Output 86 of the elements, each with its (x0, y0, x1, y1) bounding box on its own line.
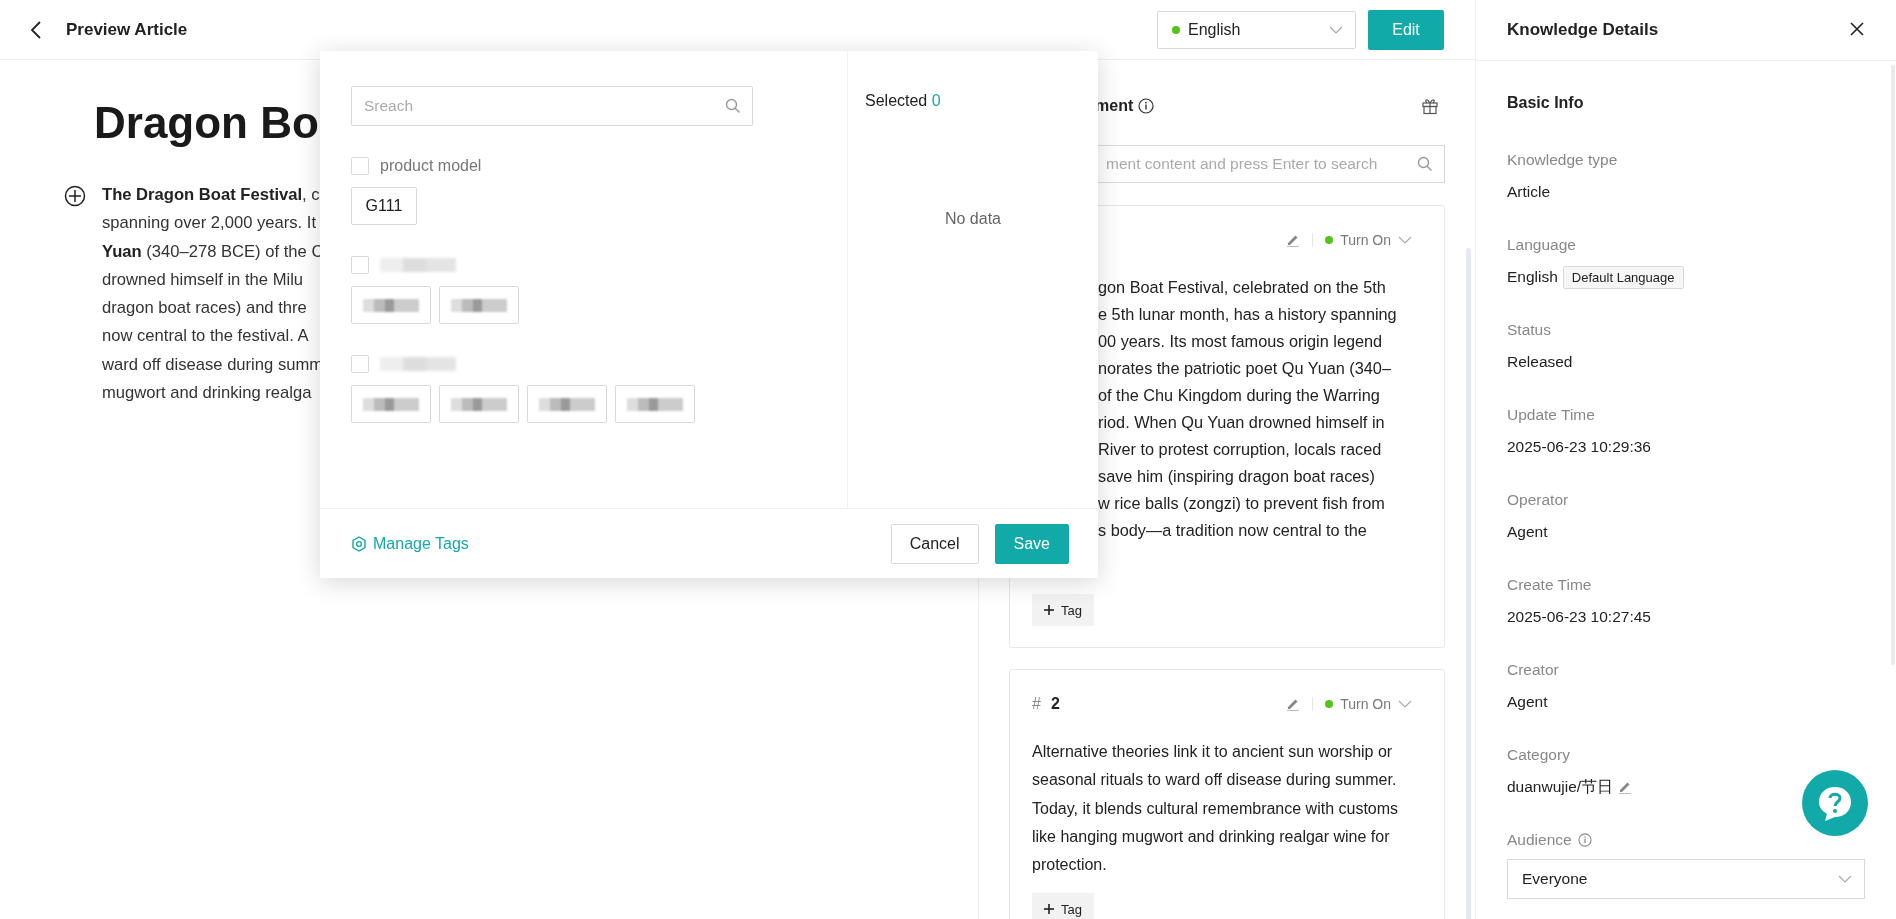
blurred-text (451, 397, 507, 411)
language-select[interactable]: English (1157, 10, 1356, 49)
tag-chip[interactable] (615, 385, 695, 423)
segment-text-line: norates the patriotic poet Qu Yuan (340– (1098, 358, 1392, 379)
field-label: Creator (1507, 660, 1560, 680)
segment-text-line: e 5th lunar month, has a history spanning (1098, 304, 1398, 325)
field-label: Operator (1507, 490, 1570, 510)
tag-chip[interactable] (351, 286, 431, 324)
checkbox[interactable] (351, 256, 369, 274)
field-value: duanwujie/节日 (1507, 776, 1614, 797)
pencil-icon[interactable] (1286, 233, 1301, 247)
chevron-down-icon (1838, 875, 1852, 883)
segment-text-line: s body—a tradition now central to the (1098, 520, 1368, 541)
field-value: English (1507, 268, 1558, 286)
scrollbar[interactable] (1466, 248, 1471, 919)
article-text-line: mugwort and drinking realga (102, 382, 313, 405)
segment-number: 2 (1050, 695, 1060, 713)
article-text-line: spanning over 2,000 years. It (102, 212, 317, 235)
field-label: Audience (1507, 831, 1572, 849)
segment-text-line: 00 years. Its most famous origin legend (1098, 331, 1384, 352)
article-title: Dragon Bo (94, 97, 319, 149)
chevron-down-icon (1398, 700, 1412, 708)
article-text-line: dragon boat races) and thre (102, 297, 308, 320)
gift-icon[interactable] (1421, 97, 1439, 115)
status-dropdown[interactable]: Turn On (1325, 232, 1412, 248)
field-label: Language (1507, 235, 1577, 255)
selected-count: 0 (931, 92, 941, 109)
status-dropdown[interactable]: Turn On (1325, 696, 1412, 712)
add-tag-button[interactable]: Tag (1032, 594, 1094, 626)
plus-icon (1044, 904, 1054, 915)
section-title: Basic Info (1507, 94, 1585, 112)
article-text-line: The Dragon Boat Festival, c (102, 184, 321, 206)
pencil-icon[interactable] (1286, 697, 1301, 711)
segment-text-line: save him (inspiring dragon boat races) (1098, 466, 1376, 487)
field-label: Category (1507, 745, 1571, 765)
add-icon[interactable] (64, 185, 86, 207)
tag-chip[interactable] (527, 385, 607, 423)
field-value: Agent (1507, 523, 1548, 541)
field-label: Create Time (1507, 575, 1593, 595)
field-label: Update Time (1507, 405, 1596, 425)
group-label: product model (380, 157, 482, 175)
blurred-text (539, 397, 595, 411)
plus-icon (1044, 605, 1054, 615)
blurred-text (627, 397, 683, 411)
tag-chip[interactable] (439, 286, 519, 324)
chevron-down-icon (1398, 236, 1412, 244)
empty-text: No data (943, 210, 1002, 228)
field-label: Status (1507, 320, 1552, 340)
search-icon[interactable] (725, 98, 741, 114)
gear-icon (351, 535, 367, 552)
pencil-icon[interactable] (1618, 780, 1633, 794)
field-value: Released (1507, 353, 1573, 371)
info-icon[interactable] (1138, 98, 1155, 114)
segment-text: Alternative theories link it to ancient sun worship or seasonal rituals to ward off disease during summer. Today, it blends cultural remembrance with customs like hanging mugwort and drinking realgar wine for protection. (1032, 742, 1400, 876)
cancel-button[interactable]: Cancel (890, 523, 979, 564)
search-icon[interactable] (1417, 156, 1433, 172)
add-tag-button[interactable]: Tag (1032, 893, 1094, 919)
field-value: 2025-06-23 10:29:36 (1507, 438, 1651, 456)
field-value: Article (1507, 183, 1551, 201)
article-text-line: now central to the festival. A (102, 325, 310, 348)
checkbox[interactable] (351, 157, 369, 175)
segment-text-line: gon Boat Festival, celebrated on the 5th (1098, 277, 1387, 298)
field-label: Knowledge type (1507, 150, 1619, 170)
segment-text-line: River to protest corruption, locals raced (1098, 439, 1383, 460)
blurred-text (451, 298, 507, 312)
segment-text-line: w rice balls (zongzi) to prevent fish from (1098, 493, 1386, 514)
page-title: Preview Article (66, 19, 188, 40)
back-icon[interactable] (30, 19, 42, 40)
chevron-down-icon (1329, 25, 1343, 34)
blurred-text (363, 397, 419, 411)
selected-label: Selected (865, 92, 928, 109)
panel-title: Knowledge Details (1507, 20, 1660, 40)
blurred-text (363, 298, 419, 312)
hash-mark: # (1032, 695, 1041, 713)
tag-chip[interactable] (439, 385, 519, 423)
search-field[interactable]: Sreach (351, 86, 753, 126)
default-badge: Default Language (1562, 265, 1684, 289)
tag-chip[interactable]: G111 (351, 187, 417, 225)
field-value: 2025-06-23 10:27:45 (1507, 608, 1651, 626)
checkbox[interactable] (351, 355, 369, 373)
tag-chip[interactable] (351, 385, 431, 423)
segment-text-line: of the Chu Kingdom during the Warring (1098, 385, 1381, 406)
field-value: Agent (1507, 693, 1548, 711)
article-text-line: drowned himself in the Milu (102, 268, 305, 291)
segment-text-line: riod. When Qu Yuan drowned himself in (1098, 412, 1386, 433)
audience-select[interactable]: Everyone (1507, 859, 1865, 899)
